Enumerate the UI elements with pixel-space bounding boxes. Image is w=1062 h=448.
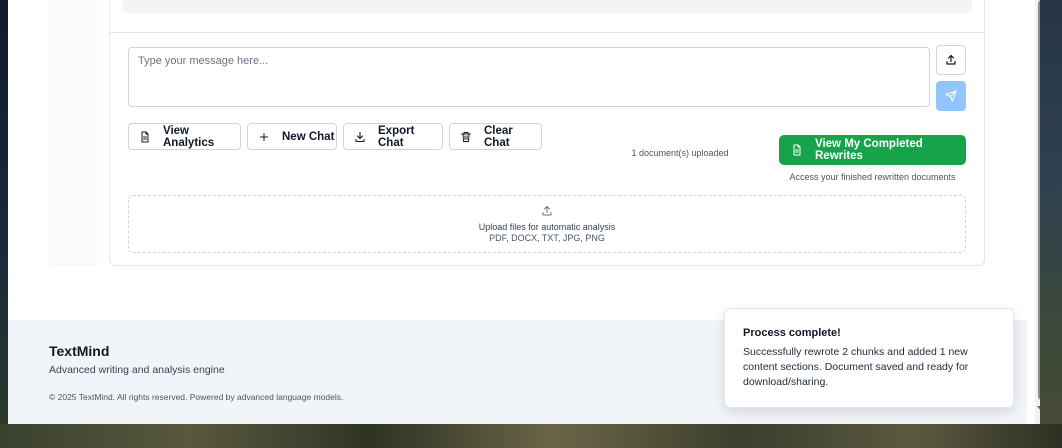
dropzone-title: Upload files for automatic analysis xyxy=(478,222,616,232)
desktop-wallpaper-bottom xyxy=(0,424,1062,448)
clear-chat-label: Clear Chat xyxy=(484,124,513,149)
new-chat-button[interactable]: New Chat xyxy=(247,123,337,150)
document-icon xyxy=(793,144,801,156)
download-icon xyxy=(355,131,365,142)
upload-icon xyxy=(542,206,552,216)
toast-title: Process complete! xyxy=(743,327,841,339)
new-chat-label: New Chat xyxy=(282,130,335,143)
desktop-wallpaper-right xyxy=(1040,0,1062,448)
sidebar-panel xyxy=(49,0,97,266)
document-count-status: 1 document(s) uploaded xyxy=(631,148,729,158)
dropzone-file-types: PDF, DOCX, TXT, JPG, PNG xyxy=(489,233,605,243)
view-analytics-label: View Analytics xyxy=(163,124,215,149)
scroll-down-arrow-icon[interactable] xyxy=(1037,406,1040,411)
footer-brand: TextMind xyxy=(49,343,110,359)
upload-icon xyxy=(946,54,956,65)
file-dropzone[interactable]: Upload files for automatic analysis PDF,… xyxy=(128,195,966,253)
trash-icon xyxy=(461,131,471,142)
view-completed-rewrites-button[interactable]: View My Completed Rewrites xyxy=(779,135,966,165)
send-button[interactable] xyxy=(936,81,966,111)
document-icon xyxy=(141,131,149,142)
view-analytics-button[interactable]: View Analytics xyxy=(128,123,241,150)
message-input[interactable] xyxy=(128,47,930,107)
footer-tagline: Advanced writing and analysis engine xyxy=(49,364,225,376)
upload-button[interactable] xyxy=(936,45,966,75)
scrollbar-thumb[interactable] xyxy=(1038,0,1040,400)
export-chat-label: Export Chat xyxy=(378,124,415,149)
view-completed-rewrites-label: View My Completed Rewrites xyxy=(815,138,923,162)
divider xyxy=(110,32,984,33)
export-chat-button[interactable]: Export Chat xyxy=(343,123,443,150)
clear-chat-button[interactable]: Clear Chat xyxy=(449,123,542,150)
page-scrollbar[interactable] xyxy=(1035,0,1040,424)
messages-area[interactable] xyxy=(122,0,972,13)
plus-icon xyxy=(260,132,268,141)
send-icon xyxy=(945,90,957,102)
chat-panel: View Analytics New Chat Export Chat Clea… xyxy=(109,0,985,266)
footer-copyright: © 2025 TextMind. All rights reserved. Po… xyxy=(49,392,344,402)
toast-notification[interactable]: Process complete! Successfully rewrote 2… xyxy=(724,308,1014,408)
desktop-wallpaper-left xyxy=(0,0,8,448)
toast-message: Successfully rewrote 2 chunks and added … xyxy=(743,346,969,388)
rewrites-caption: Access your finished rewritten documents xyxy=(789,172,956,182)
